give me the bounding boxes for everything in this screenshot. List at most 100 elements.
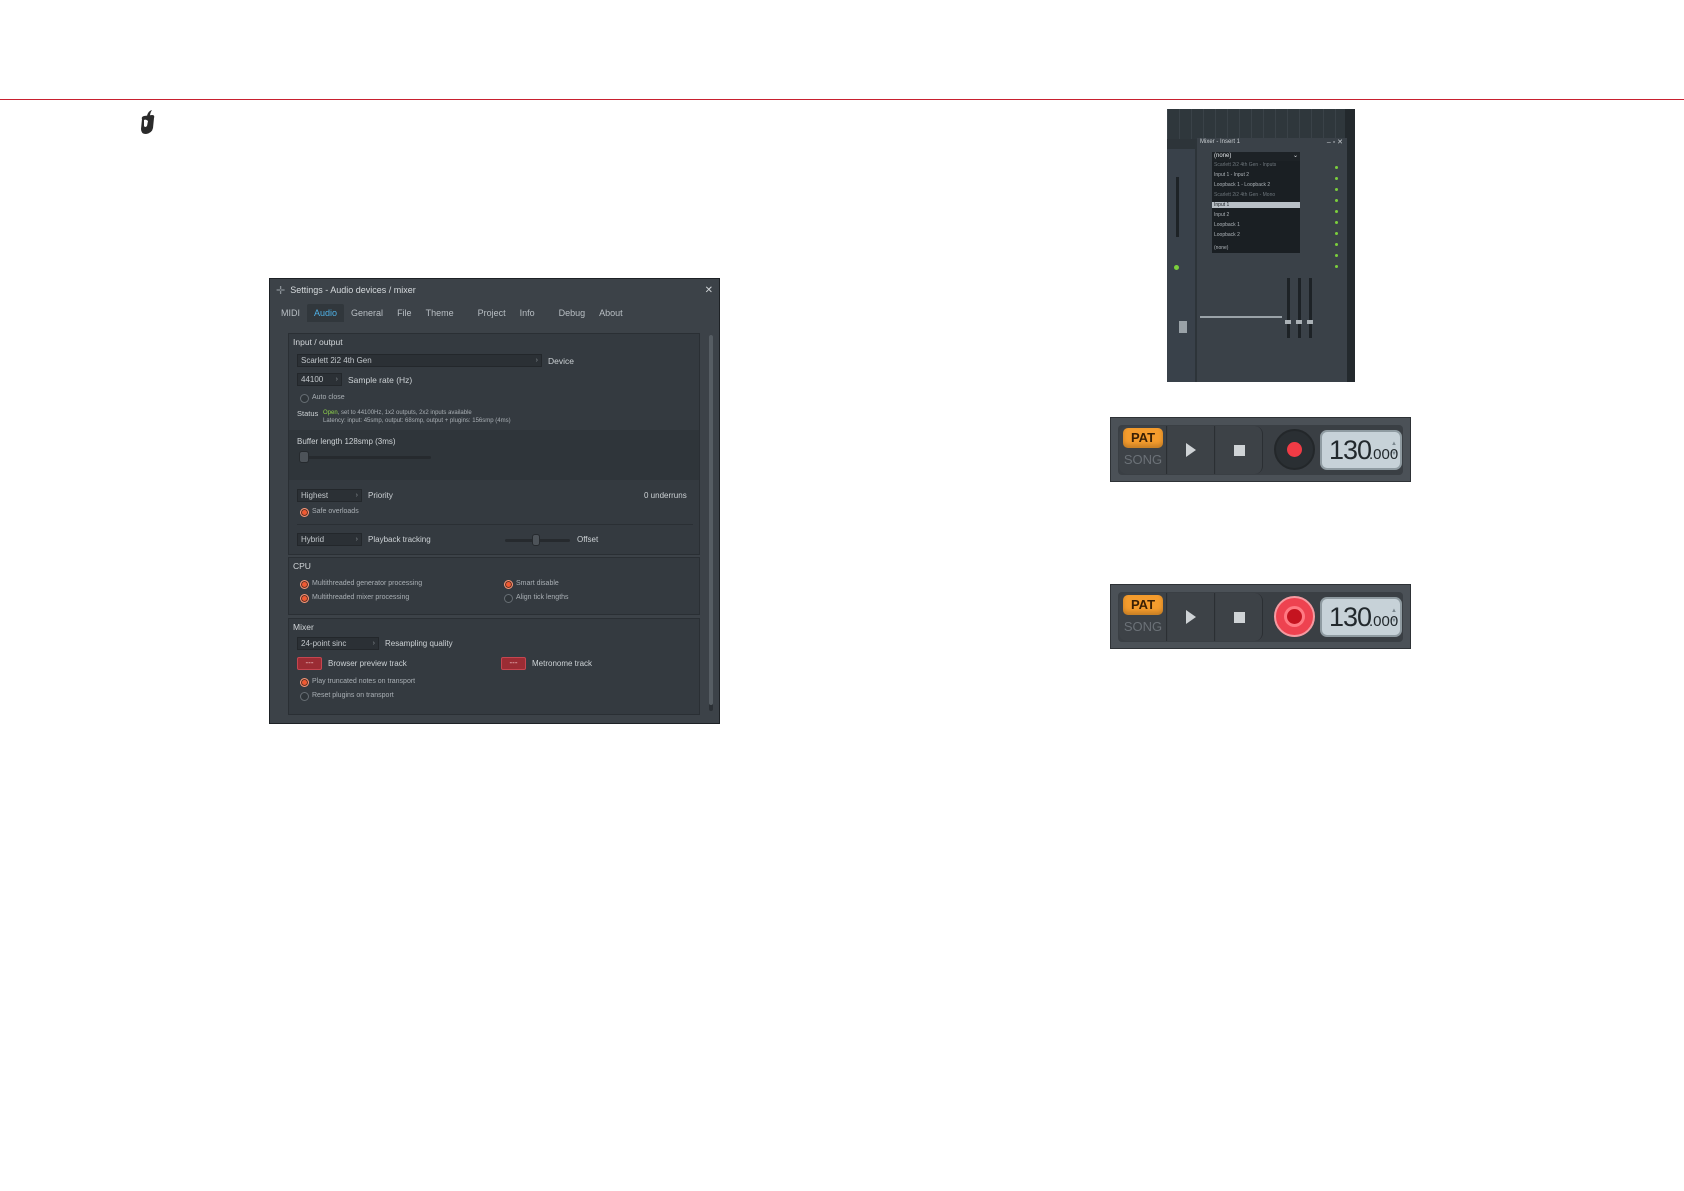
safe-overloads-radio[interactable] [300, 508, 309, 517]
tempo-integer: 130 [1329, 602, 1372, 632]
play-button[interactable] [1168, 593, 1215, 641]
browser-preview-label: Browser preview track [328, 659, 407, 668]
section-mixer: Mixer 24-point sinc › Resampling quality … [288, 618, 700, 715]
resampling-select[interactable]: 24-point sinc › [297, 637, 379, 650]
playback-tracking-label: Playback tracking [368, 535, 431, 544]
smart-disable-label: Smart disable [516, 580, 559, 587]
tempo-stepper-icon[interactable]: ▲ ▼ [1391, 439, 1397, 459]
list-item[interactable]: Input 1 [1212, 202, 1300, 208]
fader[interactable] [1309, 278, 1312, 338]
list-item[interactable]: Scarlett 2i2 4th Gen - Mono [1214, 192, 1275, 198]
song-button[interactable]: SONG [1122, 619, 1164, 634]
header-divider [0, 99, 1684, 100]
reset-plugins-label: Reset plugins on transport [312, 692, 394, 699]
chevron-right-icon: › [335, 376, 338, 383]
eq-line [1200, 316, 1282, 318]
tab-debug[interactable]: Debug [552, 304, 593, 322]
align-tick-radio[interactable] [504, 594, 513, 603]
tempo-display[interactable]: 130 .000 ▲ ▼ [1320, 597, 1402, 637]
chevron-down-icon: ⌄ [1292, 153, 1298, 159]
mixer-window-title: Mixer - Insert 1 [1200, 139, 1241, 145]
underruns-count: 0 underruns [644, 491, 687, 500]
auto-close-radio[interactable] [300, 394, 309, 403]
smart-disable-radio[interactable] [504, 580, 513, 589]
tab-theme[interactable]: Theme [419, 304, 461, 322]
list-item[interactable]: Loopback 1 - Loopback 2 [1214, 182, 1270, 188]
buffer-slider-track[interactable] [301, 456, 431, 459]
browser-preview-button[interactable]: --- [297, 657, 322, 670]
list-item[interactable]: Loopback 2 [1214, 232, 1240, 238]
list-item[interactable]: Input 2 [1214, 212, 1229, 218]
mt-generator-label: Multithreaded generator processing [312, 580, 423, 587]
priority-select[interactable]: Highest › [297, 489, 362, 502]
settings-window: ✛ Settings - Audio devices / mixer ✕ MID… [269, 278, 720, 724]
tempo-stepper-icon[interactable]: ▲ ▼ [1391, 606, 1397, 626]
stop-button[interactable] [1216, 426, 1263, 474]
section-title: Mixer [293, 622, 314, 632]
reset-plugins-radio[interactable] [300, 692, 309, 701]
tab-project[interactable]: Project [471, 304, 513, 322]
offset-slider-knob[interactable] [532, 534, 540, 546]
transport-panel-2: PAT SONG 130 .000 ▲ ▼ [1110, 584, 1411, 649]
buffer-slider-knob[interactable] [299, 451, 309, 463]
section-title: CPU [293, 561, 311, 571]
tempo-display[interactable]: 130 .000 ▲ ▼ [1320, 430, 1402, 470]
close-icon[interactable]: ✕ [705, 285, 713, 296]
transport-panel-1: PAT SONG 130 .000 ▲ ▼ [1110, 417, 1411, 482]
play-button[interactable] [1168, 426, 1215, 474]
settings-titlebar[interactable]: ✛ Settings - Audio devices / mixer ✕ [270, 279, 719, 301]
pat-song-toggle[interactable]: PAT SONG [1119, 593, 1167, 641]
scrollbar-thumb[interactable] [709, 335, 713, 705]
tab-audio[interactable]: Audio [307, 304, 345, 322]
window-controls-icon[interactable]: – ▫ ✕ [1327, 138, 1343, 146]
chevron-right-icon: › [372, 640, 375, 647]
status-label: Status [297, 409, 319, 418]
record-button-armed[interactable] [1274, 596, 1315, 637]
chevron-right-icon: › [535, 357, 538, 364]
playback-tracking-select[interactable]: Hybrid › [297, 533, 362, 546]
list-item[interactable]: (none) [1214, 245, 1228, 251]
tab-midi[interactable]: MIDI [274, 304, 307, 322]
mt-mixer-label: Multithreaded mixer processing [312, 594, 410, 601]
mt-generator-radio[interactable] [300, 580, 309, 589]
pat-song-toggle[interactable]: PAT SONG [1119, 426, 1167, 474]
stop-icon [1233, 444, 1245, 456]
list-item[interactable]: Loopback 1 [1214, 222, 1240, 228]
tab-general[interactable]: General [344, 304, 390, 322]
mt-mixer-radio[interactable] [300, 594, 309, 603]
align-tick-label: Align tick lengths [516, 594, 569, 601]
list-item[interactable]: Input 1 - Input 2 [1214, 172, 1249, 178]
audio-input-select[interactable]: (none) ⌄ [1212, 152, 1300, 161]
auto-close-label: Auto close [312, 394, 345, 401]
mixer-screenshot: Mixer - Insert 1 – ▫ ✕ (none) ⌄ Scarlett … [1167, 109, 1355, 382]
fader[interactable] [1287, 278, 1290, 338]
pat-button[interactable]: PAT [1123, 428, 1163, 448]
plus-icon[interactable]: ✛ [276, 284, 285, 297]
tab-file[interactable]: File [390, 304, 419, 322]
section-input-output: Input / output Scarlett 2i2 4th Gen › Dev… [288, 333, 700, 555]
latency-text: Latency: input: 45smp, output: 68smp, ou… [323, 418, 511, 424]
fader-knob[interactable] [1296, 320, 1302, 324]
tab-about[interactable]: About [592, 304, 630, 322]
fader[interactable] [1298, 278, 1301, 338]
device-select[interactable]: Scarlett 2i2 4th Gen › [297, 354, 542, 367]
playlist-grid [1167, 109, 1355, 139]
stop-icon [1233, 611, 1245, 623]
metronome-button[interactable]: --- [501, 657, 526, 670]
section-title: Input / output [293, 337, 343, 347]
fader-knob[interactable] [1285, 320, 1291, 324]
audio-input-list: Scarlett 2i2 4th Gen - Inputs Input 1 - … [1212, 161, 1300, 253]
pat-button[interactable]: PAT [1123, 595, 1163, 615]
offset-label: Offset [577, 535, 599, 544]
truncated-notes-radio[interactable] [300, 678, 309, 687]
stop-button[interactable] [1216, 593, 1263, 641]
sample-rate-select[interactable]: 44100 › [297, 373, 342, 386]
settings-scrollbar[interactable] [709, 335, 713, 711]
record-button[interactable] [1274, 429, 1315, 470]
settings-tabs: MIDI Audio General File Theme Project In… [270, 301, 719, 325]
song-button[interactable]: SONG [1122, 452, 1164, 467]
tab-info[interactable]: Info [513, 304, 542, 322]
record-icon [1287, 442, 1302, 457]
fader-knob[interactable] [1307, 320, 1313, 324]
list-item[interactable]: Scarlett 2i2 4th Gen - Inputs [1214, 162, 1276, 168]
